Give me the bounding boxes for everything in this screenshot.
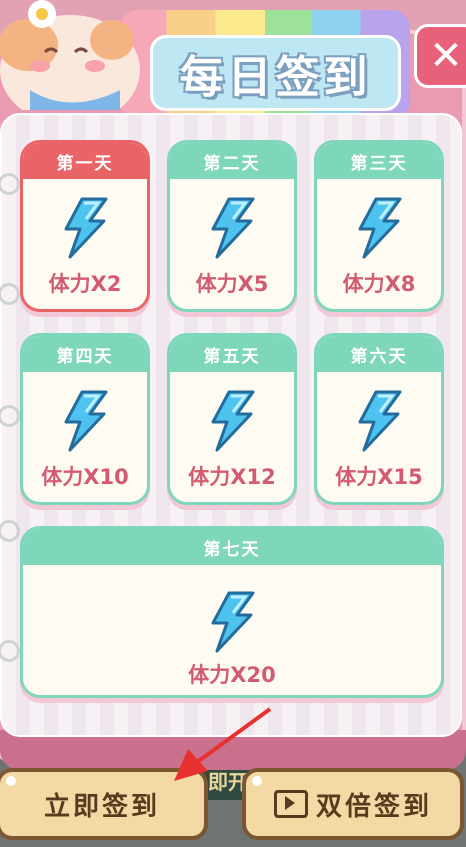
- day-card-header: 第四天: [23, 336, 147, 372]
- red-arrow-pointer-icon: [174, 707, 272, 781]
- lightning-bolt-icon: [64, 390, 108, 452]
- day-card-4[interactable]: 第四天 体力X10: [20, 333, 150, 505]
- day-reward: 体力X8: [342, 272, 416, 296]
- binder-ring: [0, 520, 20, 542]
- day-card-header: 第六天: [317, 336, 441, 372]
- cat-mascot-icon: [0, 0, 140, 110]
- day-card-header: 第三天: [317, 143, 441, 179]
- day-reward: 体力X20: [188, 663, 276, 687]
- title-plate: 每日签到: [150, 35, 401, 111]
- days-grid-panel: 第一天 体力X2 第二天 体力X5 第三天 体力X8 第四天 体力X10 第五天…: [0, 113, 462, 737]
- binder-ring: [0, 283, 20, 305]
- lightning-bolt-icon: [358, 197, 402, 259]
- page-title: 每日签到: [179, 52, 372, 103]
- day-card-header: 第七天: [23, 529, 441, 565]
- day-reward: 体力X15: [335, 465, 423, 489]
- lightning-bolt-icon: [211, 591, 255, 653]
- day-card-header: 第五天: [170, 336, 294, 372]
- lightning-bolt-icon: [211, 390, 255, 452]
- day-card-3[interactable]: 第三天 体力X8: [314, 140, 444, 312]
- close-icon: ✕: [429, 33, 463, 79]
- day-reward: 体力X2: [48, 272, 122, 296]
- binder-ring: [0, 173, 20, 195]
- button-highlight: [6, 776, 16, 786]
- day-card-header: 第一天: [23, 143, 147, 179]
- close-button[interactable]: ✕: [414, 24, 466, 88]
- day-card-5[interactable]: 第五天 体力X12: [167, 333, 297, 505]
- binder-ring: [0, 640, 20, 662]
- video-ad-icon: [273, 790, 308, 818]
- day-reward: 体力X5: [195, 272, 269, 296]
- day-card-header: 第二天: [170, 143, 294, 179]
- day-card-1[interactable]: 第一天 体力X2: [20, 140, 150, 312]
- sign-in-button-label: 立即签到: [43, 791, 160, 822]
- lightning-bolt-icon: [211, 197, 255, 259]
- day-card-2[interactable]: 第二天 体力X5: [167, 140, 297, 312]
- day-reward: 体力X10: [41, 465, 129, 489]
- day-reward: 体力X12: [188, 465, 276, 489]
- day-card-7[interactable]: 第七天 体力X20: [20, 526, 444, 698]
- binder-ring: [0, 405, 20, 427]
- lightning-bolt-icon: [358, 390, 402, 452]
- double-sign-in-button-label: 双倍签到: [315, 791, 432, 822]
- day-card-6[interactable]: 第六天 体力X15: [314, 333, 444, 505]
- lightning-bolt-icon: [64, 197, 108, 259]
